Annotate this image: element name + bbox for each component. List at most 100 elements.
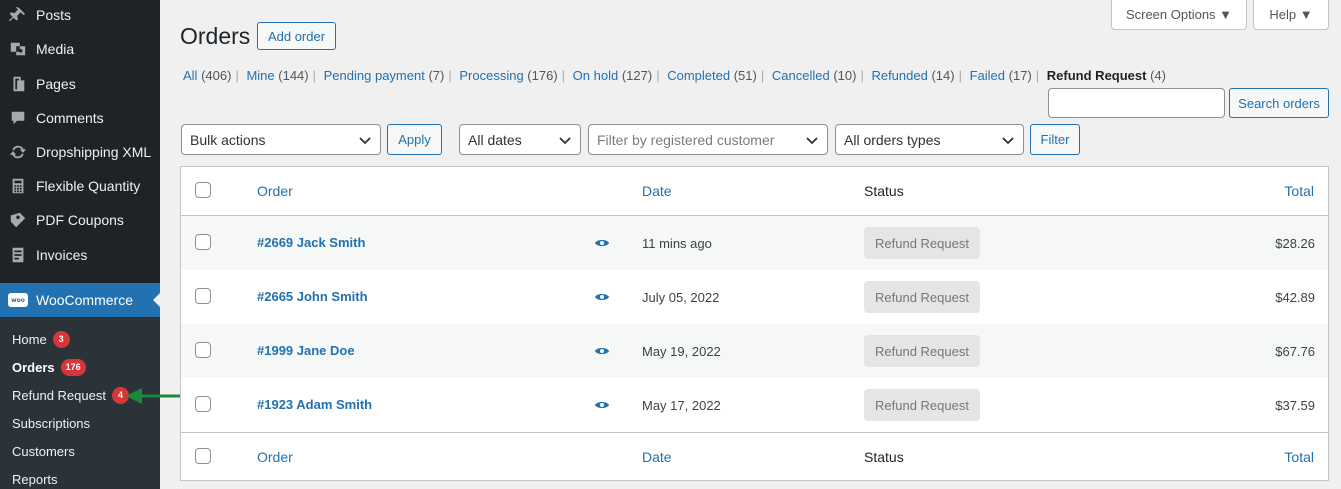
- column-footer-date[interactable]: Date: [642, 449, 672, 465]
- table-row[interactable]: #1923 Adam Smith May 17, 2022 Refund Req…: [181, 378, 1328, 432]
- menu-item-media[interactable]: Media: [0, 32, 160, 66]
- menu-label-woocommerce: WooCommerce: [36, 292, 133, 308]
- submenu-label: Customers: [12, 443, 75, 459]
- column-footer-order[interactable]: Order: [257, 449, 293, 465]
- order-total: $28.26: [1275, 236, 1315, 251]
- submenu-item-subscriptions[interactable]: Subscriptions: [12, 413, 90, 433]
- search-orders-button[interactable]: Search orders: [1229, 88, 1329, 118]
- help-button[interactable]: Help ▼: [1253, 0, 1329, 30]
- table-row[interactable]: #2665 John Smith July 05, 2022 Refund Re…: [181, 270, 1328, 324]
- order-link[interactable]: #1999 Jane Doe: [257, 343, 355, 358]
- select-all-checkbox[interactable]: [195, 182, 211, 198]
- calculator-icon: [8, 176, 28, 196]
- view-link-on-hold[interactable]: On hold (127): [573, 68, 653, 83]
- view-link-refunded[interactable]: Refunded (14): [871, 68, 954, 83]
- menu-label-dropshipping: Dropshipping XML: [36, 144, 152, 160]
- column-header-order[interactable]: Order: [257, 183, 293, 199]
- table-footer-row: Order Date Status Total: [181, 433, 1328, 481]
- view-link-failed[interactable]: Failed (17): [970, 68, 1032, 83]
- row-checkbox[interactable]: [195, 396, 211, 412]
- submenu-item-customers[interactable]: Customers: [12, 441, 75, 461]
- woocommerce-logo-icon: woo: [8, 293, 28, 307]
- row-checkbox[interactable]: [195, 342, 211, 358]
- comments-icon: [8, 108, 28, 128]
- menu-item-posts[interactable]: Posts: [0, 0, 160, 32]
- menu-label-flexible-quantity: Flexible Quantity: [36, 178, 141, 194]
- row-checkbox[interactable]: [195, 288, 211, 304]
- status-badge: Refund Request: [864, 227, 980, 259]
- submenu-item-home[interactable]: Home 3: [12, 329, 70, 349]
- order-link[interactable]: #2669 Jack Smith: [257, 235, 365, 250]
- table-header-row: Order Date Status Total: [181, 167, 1328, 215]
- order-total: $37.59: [1275, 398, 1315, 413]
- view-link-cancelled[interactable]: Cancelled (10): [772, 68, 857, 83]
- submenu-label: Subscriptions: [12, 415, 91, 431]
- view-count: (4): [1150, 68, 1166, 83]
- view-link-mine[interactable]: Mine (144): [246, 68, 308, 83]
- filter-button[interactable]: Filter: [1030, 124, 1080, 155]
- page-title: Orders: [180, 23, 251, 49]
- view-link-all[interactable]: All (406): [183, 68, 231, 83]
- select-all-checkbox-footer[interactable]: [195, 448, 211, 464]
- menu-item-flexible-quantity[interactable]: Flexible Quantity: [0, 169, 160, 203]
- order-link[interactable]: #1923 Adam Smith: [257, 397, 372, 412]
- menu-item-comments[interactable]: Comments: [0, 101, 160, 135]
- menu-item-pdf-coupons[interactable]: PDF Coupons: [0, 203, 160, 237]
- menu-item-woocommerce[interactable]: woo WooCommerce: [0, 283, 161, 317]
- menu-label-invoices: Invoices: [36, 247, 88, 263]
- status-badge: Refund Request: [864, 281, 980, 313]
- select-value: Bulk actions: [190, 131, 266, 148]
- screen-options-button[interactable]: Screen Options ▼: [1111, 0, 1247, 30]
- menu-label-posts: Posts: [36, 7, 72, 23]
- menu-item-dropshipping[interactable]: Dropshipping XML: [0, 135, 160, 169]
- menu-item-pages[interactable]: Pages: [0, 67, 160, 101]
- table-row[interactable]: #1999 Jane Doe May 19, 2022 Refund Reque…: [181, 324, 1328, 378]
- submenu-item-reports[interactable]: Reports: [12, 469, 58, 489]
- table-row[interactable]: #2669 Jack Smith 11 mins ago Refund Requ…: [181, 216, 1328, 270]
- sync-icon: [8, 142, 28, 162]
- order-types-select[interactable]: All orders types: [835, 124, 1024, 155]
- chevron-down-icon: [559, 137, 571, 145]
- row-checkbox[interactable]: [195, 234, 211, 250]
- preview-eye-icon[interactable]: [595, 346, 609, 356]
- status-badge: Refund Request: [864, 335, 980, 367]
- order-status-views: All (406) | Mine (144) | Pending payment (…: [183, 68, 1166, 83]
- view-link-refund-request[interactable]: Refund Request: [1047, 68, 1147, 83]
- column-header-date[interactable]: Date: [642, 183, 672, 199]
- chevron-down-icon: [359, 137, 371, 145]
- preview-eye-icon[interactable]: [595, 238, 609, 248]
- chevron-down-icon: [1002, 137, 1014, 145]
- menu-label-media: Media: [36, 41, 75, 57]
- dates-select[interactable]: All dates: [459, 124, 581, 155]
- customer-filter-select[interactable]: Filter by registered customer: [588, 124, 828, 155]
- submenu-label: Orders: [12, 359, 55, 375]
- order-date: July 05, 2022: [642, 290, 720, 305]
- search-input[interactable]: [1048, 88, 1225, 118]
- view-link-completed[interactable]: Completed (51): [667, 68, 757, 83]
- preview-eye-icon[interactable]: [595, 400, 609, 410]
- submenu-item-refund-request[interactable]: Refund Request 4: [12, 385, 129, 405]
- select-value: All dates: [468, 131, 522, 148]
- apply-button[interactable]: Apply: [387, 124, 442, 155]
- add-order-button[interactable]: Add order: [257, 22, 336, 50]
- order-link[interactable]: #2665 John Smith: [257, 289, 368, 304]
- pages-icon: [8, 74, 28, 94]
- column-footer-total[interactable]: Total: [1284, 449, 1314, 465]
- column-header-status: Status: [864, 183, 904, 199]
- submenu-label: Refund Request: [12, 387, 106, 403]
- coupons-icon: [8, 210, 28, 230]
- orders-table: Order Date Status Total #2669 Jack Smith…: [180, 166, 1329, 481]
- submenu-item-orders[interactable]: Orders 176: [12, 357, 86, 377]
- column-footer-status: Status: [864, 449, 904, 465]
- view-link-processing[interactable]: Processing (176): [459, 68, 557, 83]
- menu-item-invoices[interactable]: Invoices: [0, 238, 160, 272]
- column-header-total[interactable]: Total: [1284, 183, 1314, 199]
- media-icon: [8, 39, 28, 59]
- order-total: $42.89: [1275, 290, 1315, 305]
- invoice-icon: [8, 245, 28, 265]
- order-date: 11 mins ago: [642, 236, 712, 251]
- preview-eye-icon[interactable]: [595, 292, 609, 302]
- view-link-pending[interactable]: Pending payment (7): [324, 68, 445, 83]
- notification-badge: 176: [60, 358, 86, 376]
- bulk-actions-select[interactable]: Bulk actions: [181, 124, 381, 155]
